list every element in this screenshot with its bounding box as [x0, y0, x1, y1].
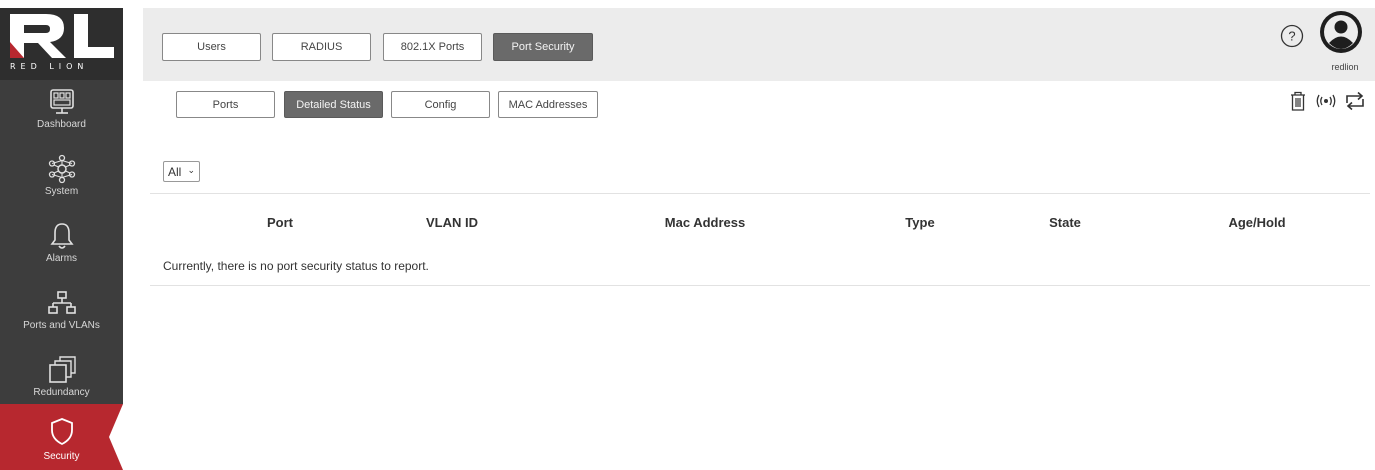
column-header-mac-address: Mac Address [664, 215, 746, 230]
svg-text:?: ? [1288, 29, 1295, 44]
help-icon[interactable]: ? [1280, 24, 1304, 48]
tab-port-security[interactable]: Port Security [493, 33, 593, 61]
sidebar-item-label: System [44, 186, 79, 197]
network-icon [48, 291, 76, 314]
divider [150, 193, 1370, 194]
subtab-detailed-status[interactable]: Detailed Status [284, 91, 383, 118]
broadcast-icon[interactable] [1315, 90, 1337, 112]
column-header-port: Port [267, 215, 293, 230]
column-header-vlan-id: VLAN ID [426, 215, 478, 230]
top-bar: Users RADIUS 802.1X Ports Port Security … [143, 8, 1375, 81]
subtab-ports[interactable]: Ports [176, 91, 275, 118]
logo-mark-icon [10, 14, 114, 58]
divider [150, 285, 1370, 286]
user-name: redlion [1331, 62, 1359, 72]
sidebar-item-label: Ports and VLANs [23, 320, 100, 331]
sidebar-item-dashboard[interactable]: Dashboard [0, 81, 123, 147]
sidebar: RED LION Dashboard System Alarms Ports a… [0, 8, 123, 470]
sidebar-item-security[interactable]: Security [0, 404, 123, 470]
sidebar-item-label: Alarms [45, 253, 78, 264]
column-header-state: State [1049, 215, 1081, 230]
tab-radius[interactable]: RADIUS [272, 33, 371, 61]
trash-icon[interactable] [1288, 90, 1308, 112]
sidebar-item-label: Redundancy [33, 387, 90, 398]
sidebar-item-system[interactable]: System [0, 148, 123, 214]
subtab-mac-addresses[interactable]: MAC Addresses [498, 91, 598, 118]
user-avatar-icon[interactable] [1319, 10, 1363, 54]
filter-value: All [168, 164, 182, 179]
tab-users[interactable]: Users [162, 33, 261, 61]
redundancy-icon [49, 356, 76, 383]
red-lion-logo[interactable]: RED LION [0, 8, 123, 80]
tab-8021x-ports[interactable]: 802.1X Ports [383, 33, 482, 61]
filter-select[interactable]: All ⌄ [163, 161, 200, 182]
column-header-age-hold: Age/Hold [1228, 215, 1286, 230]
sidebar-item-label: Dashboard [37, 119, 86, 130]
dashboard-icon [50, 89, 74, 114]
empty-table-message: Currently, there is no port security sta… [163, 259, 429, 273]
column-header-type: Type [905, 215, 935, 230]
subtab-config[interactable]: Config [391, 91, 490, 118]
shield-icon [51, 418, 73, 446]
logo-text: RED LION [10, 62, 89, 71]
chevron-down-icon: ⌄ [187, 165, 195, 175]
bell-icon [50, 223, 74, 249]
sidebar-item-label: Security [43, 451, 80, 462]
sidebar-item-ports-and-vlans[interactable]: Ports and VLANs [0, 282, 123, 348]
system-icon [48, 154, 76, 184]
sidebar-item-alarms[interactable]: Alarms [0, 215, 123, 281]
refresh-icon[interactable] [1344, 90, 1366, 112]
